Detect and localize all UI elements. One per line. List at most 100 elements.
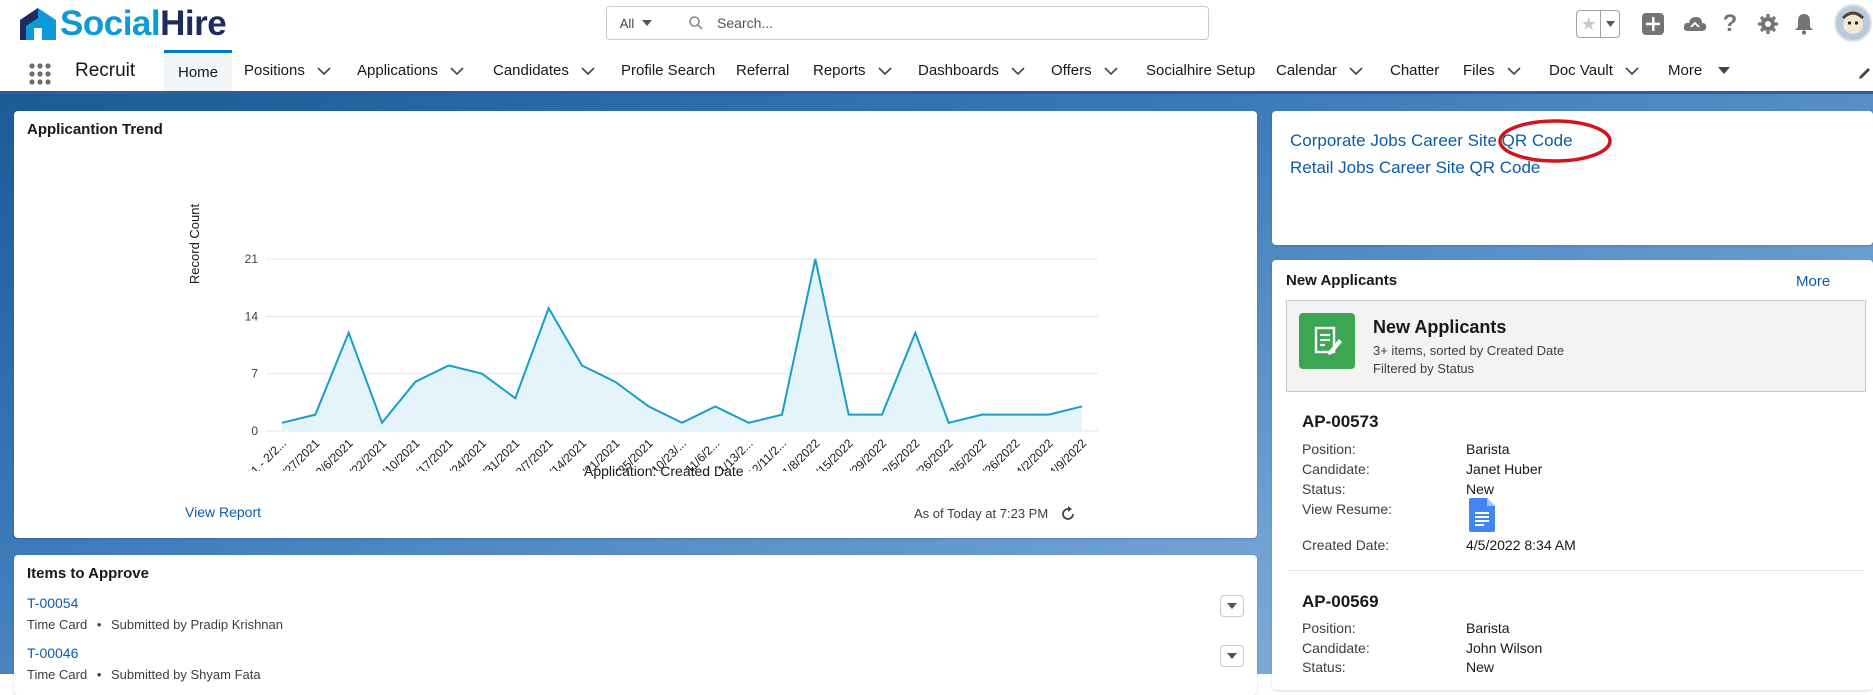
nav-tab-home[interactable]: Home (164, 50, 232, 91)
nav-tab-candidates[interactable]: Candidates (493, 50, 595, 91)
data-point[interactable] (646, 403, 652, 409)
chevron-down-icon[interactable] (877, 66, 892, 75)
caret-down-icon (1227, 653, 1237, 659)
nav-tab-files[interactable]: Files (1463, 50, 1521, 91)
nav-tab-reports[interactable]: Reports (813, 50, 892, 91)
data-point[interactable] (812, 256, 818, 262)
chevron-down-icon[interactable] (1104, 66, 1118, 75)
field-label: Created Date: (1302, 537, 1390, 553)
data-point[interactable] (346, 330, 352, 336)
google-doc-icon[interactable] (1469, 498, 1495, 532)
data-point[interactable] (879, 412, 885, 418)
data-point[interactable] (679, 420, 685, 426)
data-point[interactable] (312, 412, 318, 418)
chevron-down-icon[interactable] (1349, 66, 1363, 75)
nav-tab-chatter[interactable]: Chatter (1390, 50, 1439, 91)
applicant-id[interactable]: AP-00569 (1302, 592, 1379, 612)
approval-item-link[interactable]: T-00046 (27, 645, 78, 661)
list-view-title: New Applicants (1373, 317, 1507, 337)
view-report-link[interactable]: View Report (185, 504, 261, 520)
y-tick-label: 0 (251, 424, 258, 438)
nav-tab-dashboards[interactable]: Dashboards (918, 50, 1025, 91)
nav-tab-label: Files (1463, 62, 1495, 79)
favorites-menu-button[interactable] (1601, 11, 1619, 37)
refresh-icon[interactable] (1060, 506, 1076, 522)
nav-tab-label: Chatter (1390, 62, 1440, 79)
data-point[interactable] (1079, 403, 1085, 409)
chevron-down-icon[interactable] (317, 66, 331, 75)
setup-button[interactable] (1756, 12, 1780, 36)
applicant-id[interactable]: AP-00573 (1302, 412, 1379, 432)
user-avatar[interactable] (1834, 4, 1872, 42)
nav-tab-label: Offers (1051, 62, 1092, 79)
status-value: New (1466, 659, 1495, 675)
series-line (281, 258, 1083, 425)
position-value: Barista (1466, 441, 1510, 457)
data-point[interactable] (579, 362, 585, 368)
nav-tab-label: Doc Vault (1549, 62, 1613, 79)
created-date-value: 4/5/2022 8:34 AM (1466, 537, 1576, 553)
data-point[interactable] (846, 412, 852, 418)
logo-mark-icon (20, 8, 56, 40)
list-view-header[interactable]: New Applicants 3+ items, sorted by Creat… (1286, 300, 1866, 392)
nav-tab-label: Referral (736, 62, 790, 79)
data-point[interactable] (546, 305, 552, 311)
field-label: Position: (1302, 620, 1356, 636)
approval-item-meta: Time Card • Submitted by Shyam Fata (27, 667, 261, 682)
data-point[interactable] (1046, 412, 1052, 418)
nav-tab-profile-search[interactable]: Profile Search (621, 50, 715, 91)
chevron-down-icon[interactable] (581, 66, 595, 75)
star-icon[interactable]: ★ (1577, 11, 1602, 37)
approval-item-link[interactable]: T-00054 (27, 595, 78, 611)
data-point[interactable] (979, 412, 985, 418)
field-label: Status: (1302, 659, 1346, 675)
nav-tab-positions[interactable]: Positions (244, 50, 331, 91)
data-point[interactable] (912, 330, 918, 336)
record-divider (1288, 570, 1864, 571)
nav-tab-applications[interactable]: Applications (357, 50, 464, 91)
data-point[interactable] (746, 420, 752, 426)
caret-down-icon (1605, 21, 1615, 27)
favorites-group[interactable]: ★ (1576, 10, 1620, 38)
x-axis-label: Application: Created Date (584, 463, 744, 479)
data-point[interactable] (379, 420, 385, 426)
app-launcher-icon[interactable] (28, 62, 52, 86)
nav-tab-more[interactable]: More (1668, 50, 1731, 91)
trailhead-button[interactable] (1683, 12, 1707, 36)
data-point[interactable] (512, 395, 518, 401)
data-point[interactable] (612, 379, 618, 385)
list-view-meta: 3+ items, sorted by Created Date (1373, 343, 1565, 358)
chevron-down-icon[interactable] (1011, 66, 1025, 75)
nav-tab-socialhire-setup[interactable]: Socialhire Setup (1146, 50, 1255, 91)
more-link[interactable]: More (1796, 273, 1830, 290)
chevron-down-icon[interactable] (450, 66, 464, 75)
search-input[interactable] (715, 14, 1199, 32)
help-button[interactable]: ? (1718, 10, 1742, 37)
field-label: View Resume: (1302, 501, 1393, 517)
data-point[interactable] (779, 412, 785, 418)
row-actions-button[interactable] (1220, 645, 1244, 667)
search-scope-select[interactable]: All (606, 6, 666, 40)
chevron-down-icon[interactable] (1625, 66, 1639, 75)
data-point[interactable] (946, 420, 952, 426)
nav-tab-doc-vault[interactable]: Doc Vault (1549, 50, 1639, 91)
nav-tab-calendar[interactable]: Calendar (1276, 50, 1363, 91)
data-point[interactable] (479, 371, 485, 377)
nav-tab-offers[interactable]: Offers (1051, 50, 1118, 91)
nav-tab-referral[interactable]: Referral (736, 50, 789, 91)
caret-down-icon[interactable] (1718, 67, 1731, 74)
chevron-down-icon[interactable] (1507, 66, 1521, 75)
global-create-button[interactable] (1641, 12, 1665, 36)
row-actions-button[interactable] (1220, 595, 1244, 617)
field-label: Candidate: (1302, 461, 1370, 477)
data-point[interactable] (412, 379, 418, 385)
data-point[interactable] (712, 403, 718, 409)
data-point[interactable] (446, 362, 452, 368)
socialhire-logo[interactable]: SocialHire (18, 6, 227, 42)
data-point[interactable] (279, 420, 285, 426)
red-circle-annotation (1498, 119, 1612, 163)
pencil-icon[interactable] (1858, 66, 1872, 80)
data-point[interactable] (1012, 412, 1018, 418)
notifications-button[interactable] (1792, 12, 1816, 36)
global-search[interactable] (665, 6, 1209, 40)
